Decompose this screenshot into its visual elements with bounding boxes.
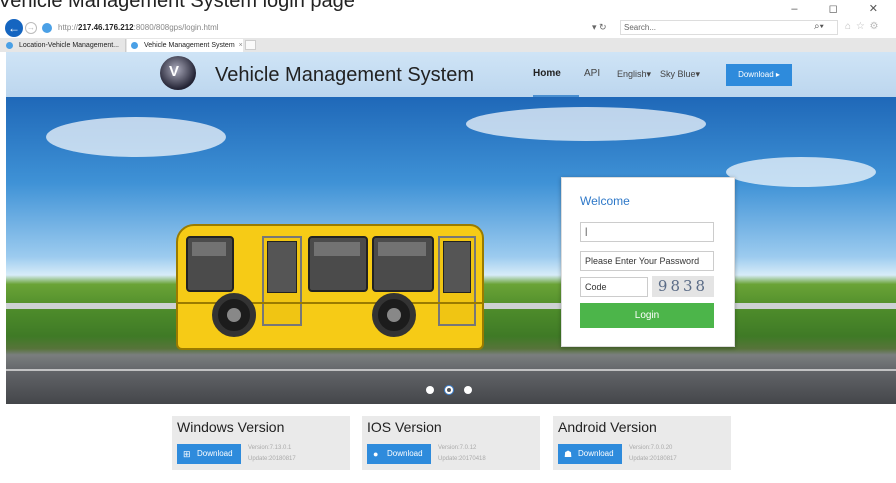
windows-version-card: Windows Version ⊞ Download Version:7.13.0… [172,416,350,470]
apple-icon: ● [373,449,379,459]
login-title: Welcome [580,194,630,208]
carousel-indicators [426,381,483,399]
android-icon: ☗ [564,449,573,459]
version-number: Version:7.13.0.1 [248,445,292,451]
carousel-dot[interactable] [426,386,434,394]
bus-wheel [372,293,416,337]
update-date: Update:20180817 [629,456,677,462]
logo-glyph: V [169,63,180,80]
tab-vehicle-management[interactable]: Vehicle Management System × [127,39,243,52]
logo: V [160,56,196,90]
toolbar-icons[interactable]: ⌂ ☆ ⚙ [845,21,880,32]
username-input[interactable]: | [580,222,714,242]
back-button[interactable]: ← [5,19,23,37]
version-number: Version:7.0.0.20 [629,445,673,451]
hero-banner [6,97,896,404]
download-label: Download [578,449,614,458]
bus-door [262,236,302,326]
url-host: 217.46.176.212 [78,23,134,32]
login-panel: Welcome | Please Enter Your Password Cod… [561,177,735,347]
captcha-image[interactable]: 9838 [652,276,714,297]
android-download-button[interactable]: ☗ Download [558,444,622,464]
ios-download-button[interactable]: ● Download [367,444,431,464]
bus-window [308,236,368,292]
login-button[interactable]: Login [580,303,714,328]
tab-favicon [131,42,138,49]
tab-favicon [6,42,13,49]
site-header: V Vehicle Management System Home API Eng… [6,52,896,98]
nav-api[interactable]: API [584,68,600,79]
android-version-card: Android Version ☗ Download Version:7.0.0.… [553,416,731,470]
version-meta: Version:7.0.0.20 Update:20180817 [629,443,677,465]
search-input[interactable]: Search... [620,20,838,35]
download-label: Download [387,449,423,458]
version-number: Version:7.0.12 [438,445,477,451]
close-tab-icon[interactable]: × [239,42,243,49]
cropped-heading: Vehicle Management System login page – ◻… [0,0,896,18]
captcha-input[interactable]: Code [580,277,648,297]
update-date: Update:20180817 [248,456,296,462]
cloud [726,157,876,187]
skin-dropdown[interactable]: Sky Blue▾ [660,69,700,80]
search-icon[interactable]: ⌕▾ [814,21,824,32]
download-button[interactable]: Download ▸ [726,64,792,86]
address-bar-row: ← → http://217.46.176.212:8080/808gps/lo… [0,18,896,38]
language-dropdown[interactable]: English▾ [617,69,651,80]
windows-icon: ⊞ [183,449,191,459]
carousel-dot[interactable] [464,386,472,394]
version-title: IOS Version [367,419,442,435]
tab-label: Vehicle Management System [144,42,235,49]
tab-location[interactable]: Location-Vehicle Management... [2,39,126,52]
page-title: Vehicle Management System [215,64,475,86]
new-tab-button[interactable] [245,40,256,50]
bus-wheel [212,293,256,337]
refresh-button[interactable]: ▾ ↻ [592,22,607,33]
url-prefix: http:// [58,23,79,32]
tab-bar: Location-Vehicle Management... Vehicle M… [0,38,896,52]
nav-home[interactable]: Home [533,68,561,79]
version-title: Windows Version [177,419,285,435]
url-path: :8080/808gps/login.html [133,23,219,32]
download-label: Download [197,449,233,458]
windows-download-button[interactable]: ⊞ Download [177,444,241,464]
road-lane-line [6,369,896,371]
url-field[interactable]: http://217.46.176.212:8080/808gps/login.… [58,23,219,32]
ios-version-card: IOS Version ● Download Version:7.0.12 Upda… [362,416,540,470]
page-icon [42,23,52,33]
cloud [46,117,226,157]
version-meta: Version:7.13.0.1 Update:20180817 [248,443,296,465]
tab-label: Location-Vehicle Management... [19,42,120,49]
cropped-heading-text: Vehicle Management System login page [0,0,355,12]
window-controls[interactable]: – ◻ ✕ [791,2,892,15]
carousel-dot-active[interactable] [445,386,453,394]
cloud [466,107,706,141]
bus-window [186,236,234,292]
update-date: Update:20170418 [438,456,486,462]
version-meta: Version:7.0.12 Update:20170418 [438,443,486,465]
password-input[interactable]: Please Enter Your Password [580,251,714,271]
forward-button[interactable]: → [25,22,37,34]
bus-window [372,236,434,292]
version-title: Android Version [558,419,657,435]
bus-door [438,236,476,326]
